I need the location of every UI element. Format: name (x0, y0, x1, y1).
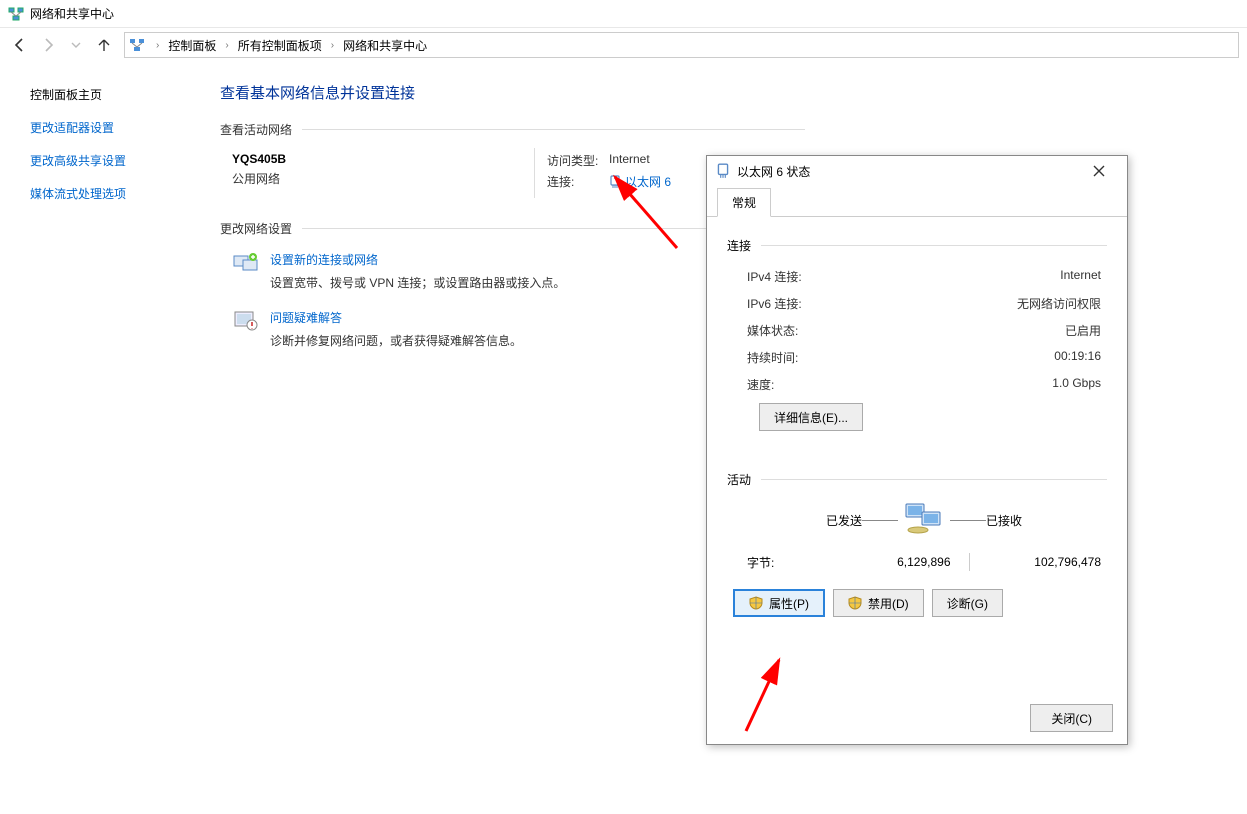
computers-activity-icon (904, 502, 944, 539)
page-heading: 查看基本网络信息并设置连接 (220, 82, 1227, 103)
divider (534, 148, 535, 198)
network-sharing-icon (129, 37, 145, 53)
breadcrumb-item[interactable]: 所有控制面板项 (236, 37, 324, 54)
divider (969, 553, 970, 571)
ethernet-icon (715, 163, 731, 179)
setup-connection-link[interactable]: 设置新的连接或网络 (270, 251, 565, 268)
troubleshoot-desc: 诊断并修复网络问题，或者获得疑难解答信息。 (270, 332, 522, 349)
chevron-right-icon[interactable]: › (326, 40, 339, 51)
network-type: 公用网络 (232, 170, 522, 187)
network-name: YQS405B (232, 152, 522, 166)
new-connection-icon (232, 251, 260, 275)
breadcrumb-item[interactable]: 控制面板 (166, 37, 218, 54)
section-change-network: 更改网络设置 (220, 220, 292, 237)
back-button[interactable] (8, 33, 32, 57)
up-button[interactable] (92, 33, 116, 57)
breadcrumb-bar[interactable]: › 控制面板 › 所有控制面板项 › 网络和共享中心 (124, 32, 1239, 58)
network-sharing-icon (8, 6, 24, 22)
close-icon (1093, 165, 1105, 177)
dash-icon (862, 520, 898, 521)
connection-section-label: 连接 (727, 237, 751, 254)
media-state-value: 已启用 (1065, 322, 1101, 339)
control-panel-home-link[interactable]: 控制面板主页 (30, 86, 180, 103)
ipv4-label: IPv4 连接: (747, 268, 802, 285)
speed-value: 1.0 Gbps (1052, 376, 1101, 393)
nav-toolbar: › 控制面板 › 所有控制面板项 › 网络和共享中心 (0, 28, 1247, 62)
dialog-title: 以太网 6 状态 (737, 163, 810, 180)
close-button[interactable] (1079, 157, 1119, 185)
disable-button[interactable]: 禁用(D) (833, 589, 924, 617)
dash-icon (950, 520, 986, 521)
forward-button[interactable] (36, 33, 60, 57)
troubleshoot-link[interactable]: 问题疑难解答 (270, 309, 522, 326)
close-dialog-button[interactable]: 关闭(C) (1030, 704, 1113, 732)
chevron-right-icon[interactable]: › (220, 40, 233, 51)
bytes-received-value: 102,796,478 (988, 555, 1102, 569)
sidebar: 控制面板主页 更改适配器设置 更改高级共享设置 媒体流式处理选项 (0, 72, 200, 377)
ethernet-icon (609, 175, 621, 189)
chevron-right-icon[interactable]: › (151, 40, 164, 51)
divider (761, 479, 1107, 480)
access-type-value: Internet (609, 152, 650, 169)
shield-icon (749, 596, 763, 610)
shield-icon (848, 596, 862, 610)
divider (761, 245, 1107, 246)
recent-dropdown[interactable] (64, 33, 88, 57)
titlebar: 网络和共享中心 (0, 0, 1247, 28)
sidebar-link-media-streaming[interactable]: 媒体流式处理选项 (30, 185, 180, 202)
breadcrumb-item[interactable]: 网络和共享中心 (341, 37, 429, 54)
bytes-label: 字节: (747, 554, 837, 571)
ipv4-value: Internet (1060, 268, 1101, 285)
section-active-networks: 查看活动网络 (220, 121, 292, 138)
access-type-label: 访问类型: (547, 152, 609, 169)
sidebar-link-sharing-settings[interactable]: 更改高级共享设置 (30, 152, 180, 169)
diagnose-button[interactable]: 诊断(G) (932, 589, 1003, 617)
sidebar-link-adapter-settings[interactable]: 更改适配器设置 (30, 119, 180, 136)
ipv6-label: IPv6 连接: (747, 295, 802, 312)
dialog-titlebar[interactable]: 以太网 6 状态 (707, 156, 1127, 186)
connection-name: 以太网 6 (625, 173, 671, 190)
setup-connection-desc: 设置宽带、拨号或 VPN 连接；或设置路由器或接入点。 (270, 274, 565, 291)
duration-value: 00:19:16 (1054, 349, 1101, 366)
media-state-label: 媒体状态: (747, 322, 798, 339)
duration-label: 持续时间: (747, 349, 798, 366)
activity-section-label: 活动 (727, 471, 751, 488)
ethernet-status-dialog: 以太网 6 状态 常规 连接 IPv4 连接: Internet IPv6 连接:… (706, 155, 1128, 745)
sent-label: 已发送 (747, 512, 862, 529)
divider (302, 129, 805, 130)
tab-general[interactable]: 常规 (717, 188, 771, 217)
window-title: 网络和共享中心 (30, 5, 114, 22)
received-label: 已接收 (986, 512, 1101, 529)
bytes-sent-value: 6,129,896 (837, 555, 951, 569)
details-button[interactable]: 详细信息(E)... (759, 403, 863, 431)
connection-label: 连接: (547, 173, 609, 190)
troubleshoot-icon (232, 309, 260, 333)
properties-button[interactable]: 属性(P) (733, 589, 825, 617)
speed-label: 速度: (747, 376, 774, 393)
connection-link[interactable]: 以太网 6 (609, 173, 671, 190)
ipv6-value: 无网络访问权限 (1017, 295, 1101, 312)
